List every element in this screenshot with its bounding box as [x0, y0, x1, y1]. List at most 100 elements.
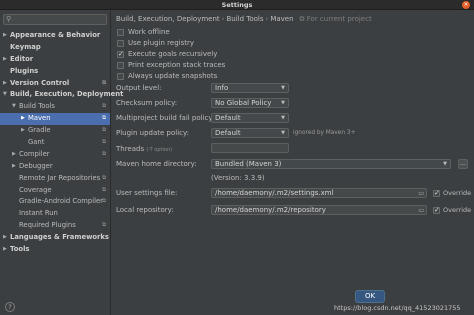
sidebar-item-label: Appearance & Behavior [10, 31, 101, 39]
input-value: /home/daemony/.m2/settings.xml [215, 189, 334, 197]
chevron-right-icon[interactable]: ▶ [3, 30, 7, 42]
checkbox-label: Always update snapshots [128, 72, 218, 80]
sidebar-item-build-tools[interactable]: ▼ Build Tools ⧉ [0, 101, 110, 113]
breadcrumb-item: Build, Execution, Deployment [116, 15, 220, 23]
help-icon[interactable]: ? [5, 302, 15, 312]
maven-version: (Version: 3.3.9) [211, 174, 265, 182]
threads-label-text: Threads [116, 145, 145, 153]
copy-icon: ⧉ [102, 115, 106, 122]
select-value: Default [215, 114, 241, 122]
plugin-update-policy-note: ignored by Maven 3+ [293, 130, 356, 136]
sidebar-item-build-execution-deployment[interactable]: ▼ Build, Execution, Deployment [0, 89, 123, 101]
maven-home-label: Maven home directory: [116, 160, 197, 168]
checksum-policy-label: Checksum policy: [116, 99, 178, 107]
sidebar-item-label: Required Plugins [19, 221, 76, 230]
plugin-update-policy-select[interactable]: Default ▼ [211, 128, 289, 138]
copy-icon: ⧉ [102, 186, 106, 193]
sidebar-item-debugger[interactable]: ▶ Debugger [0, 161, 110, 173]
project-scope-label: For current project [306, 15, 372, 23]
sidebar-item-tools[interactable]: ▶ Tools [0, 244, 110, 256]
sidebar-item-languages-frameworks[interactable]: ▶ Languages & Frameworks [0, 232, 110, 244]
chevron-right-icon[interactable]: ▶ [3, 54, 7, 66]
browse-button[interactable]: ... [458, 159, 468, 169]
sidebar-item-required-plugins[interactable]: Required Plugins ⧉ [0, 220, 110, 232]
chevron-right-icon[interactable]: ▶ [3, 244, 7, 256]
chevron-right-icon[interactable]: ▶ [3, 232, 7, 244]
chevron-down-icon: ▼ [281, 85, 285, 91]
folder-icon[interactable]: ▭ [418, 207, 424, 215]
checkbox-box[interactable] [117, 29, 124, 36]
checkbox-box[interactable] [117, 73, 124, 80]
breadcrumb-item: Maven [270, 15, 294, 23]
checkbox-label: Execute goals recursively [128, 50, 218, 58]
chevron-right-icon[interactable]: ▶ [12, 149, 16, 161]
copy-icon: ⧉ [102, 222, 106, 229]
breadcrumb-separator: › [221, 15, 225, 23]
checkbox-label: Print exception stack traces [128, 61, 226, 69]
copy-icon: ⧉ [299, 15, 307, 23]
chevron-right-icon[interactable]: ▶ [21, 125, 25, 137]
chevron-down-icon[interactable]: ▼ [3, 89, 7, 101]
checkbox-box[interactable] [117, 50, 124, 59]
sidebar-item-instant-run[interactable]: Instant Run [0, 208, 110, 220]
sidebar-item-version-control[interactable]: ▶ Version Control ⧉ [0, 78, 110, 90]
close-icon[interactable]: × [462, 1, 470, 9]
maven-settings-panel: Build, Execution, Deployment › Build Tools… [112, 11, 474, 315]
chevron-down-icon: ▼ [281, 100, 285, 106]
checksum-policy-select[interactable]: No Global Policy ▼ [211, 98, 289, 108]
sidebar-item-plugins[interactable]: Plugins [0, 66, 110, 78]
threads-input[interactable] [211, 143, 289, 153]
sidebar-item-label: Keymap [10, 42, 41, 51]
sidebar-item-label: Coverage [19, 185, 52, 194]
search-icon: ⚲ [6, 15, 12, 23]
sidebar-item-gant[interactable]: Gant ⧉ [0, 137, 110, 149]
sidebar-item-appearance-behavior[interactable]: ▶ Appearance & Behavior [0, 30, 110, 42]
checkbox-box[interactable] [433, 206, 440, 215]
checkbox-box[interactable] [433, 189, 440, 198]
output-level-select[interactable]: Info ▼ [211, 83, 289, 93]
output-level-label: Output level: [116, 84, 162, 92]
copy-icon: ⧉ [102, 174, 106, 181]
multiproject-fail-policy-label: Multiproject build fail policy: [116, 114, 215, 122]
sidebar-item-editor[interactable]: ▶ Editor [0, 54, 110, 66]
ok-button[interactable]: OK [355, 290, 385, 303]
breadcrumb-item: Build Tools [226, 15, 264, 23]
sidebar-item-label: Version Control [10, 78, 70, 87]
settings-sidebar: ⚲ ▶ Appearance & Behavior Keymap ▶ Editor Plu… [0, 11, 123, 315]
sidebar-item-label: Maven [28, 114, 51, 123]
sidebar-item-gradle-android-compiler[interactable]: Gradle-Android Compiler ⧉ [0, 196, 110, 208]
chevron-right-icon[interactable]: ▶ [3, 78, 7, 90]
sidebar-item-keymap[interactable]: Keymap [0, 42, 110, 54]
plugin-update-policy-label: Plugin update policy: [116, 129, 189, 137]
search-input[interactable]: ⚲ [3, 14, 107, 25]
copy-icon: ⧉ [102, 127, 106, 134]
override-label: Override [443, 189, 472, 197]
sidebar-item-maven[interactable]: ▶ Maven ⧉ [0, 113, 110, 126]
checkbox-label: Use plugin registry [128, 39, 195, 47]
checkbox-label: Work offline [128, 28, 170, 36]
sidebar-item-gradle[interactable]: ▶ Gradle ⧉ [0, 125, 110, 137]
sidebar-item-coverage[interactable]: Coverage ⧉ [0, 185, 110, 197]
checkbox-box[interactable] [117, 40, 124, 47]
select-value: Info [215, 84, 229, 92]
local-repository-input[interactable]: /home/daemony/.m2/repository ▭ [211, 205, 427, 215]
threads-label: Threads (-T option) [116, 145, 172, 153]
chevron-right-icon[interactable]: ▶ [12, 161, 16, 173]
chevron-down-icon: ▼ [443, 161, 447, 167]
maven-home-select[interactable]: Bundled (Maven 3) ▼ [211, 159, 451, 169]
sidebar-item-label: Gradle [28, 126, 51, 135]
chevron-down-icon[interactable]: ▼ [12, 101, 16, 113]
sidebar-item-label: Tools [10, 245, 30, 254]
user-settings-input[interactable]: /home/daemony/.m2/settings.xml ▭ [211, 188, 427, 198]
chevron-right-icon[interactable]: ▶ [21, 113, 25, 125]
multiproject-fail-policy-select[interactable]: Default ▼ [211, 113, 289, 123]
copy-icon: ⧉ [102, 198, 106, 205]
checkbox-box[interactable] [117, 62, 124, 69]
select-value: No Global Policy [215, 99, 272, 107]
chevron-down-icon: ▼ [281, 115, 285, 121]
copy-icon: ⧉ [102, 150, 106, 157]
sidebar-item-compiler[interactable]: ▶ Compiler ⧉ [0, 149, 110, 161]
local-repository-label: Local repository: [116, 206, 174, 214]
sidebar-item-remote-jar-repositories[interactable]: Remote Jar Repositories ⧉ [0, 173, 110, 185]
folder-icon[interactable]: ▭ [418, 190, 424, 198]
